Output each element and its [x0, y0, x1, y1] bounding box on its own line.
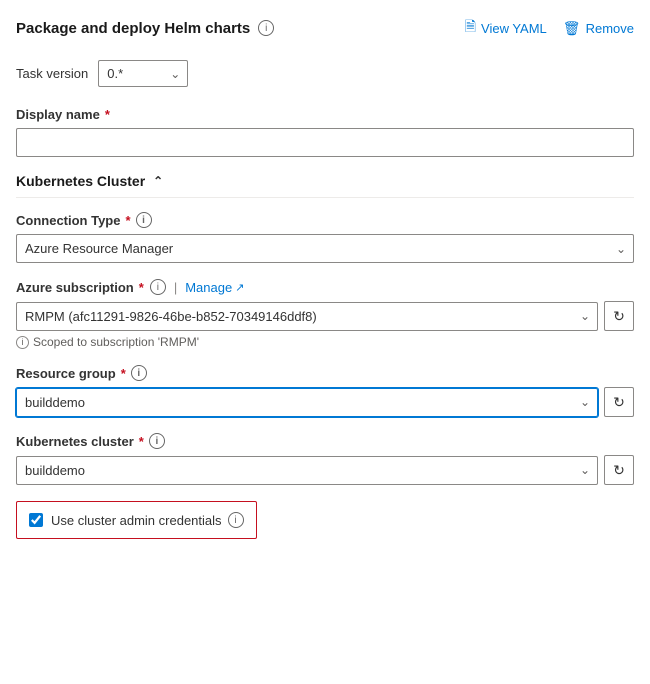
connection-type-select[interactable]: Azure Resource Manager Kubernetes Servic…: [16, 234, 634, 263]
display-name-input[interactable]: Deploy helm chart: [16, 128, 634, 157]
resource-group-required: *: [121, 366, 126, 381]
use-cluster-admin-label: Use cluster admin credentials i: [51, 512, 244, 528]
kubernetes-cluster-section-header: Kubernetes Cluster ⌃: [16, 173, 634, 198]
title-info-icon[interactable]: i: [258, 20, 274, 36]
connection-type-dropdown-row: Azure Resource Manager Kubernetes Servic…: [16, 234, 634, 263]
header-left: Package and deploy Helm charts i: [16, 20, 274, 37]
display-name-row: Display name * Deploy helm chart: [16, 107, 634, 157]
connection-type-row: Connection Type * i Azure Resource Manag…: [16, 212, 634, 263]
task-version-row: Task version 0.* 1.* 2.* ⌄: [16, 60, 634, 87]
resource-group-select[interactable]: builddemo: [16, 388, 598, 417]
connection-type-label: Connection Type: [16, 213, 120, 228]
header-actions: 🗎 View YAML 🗑 Remove: [465, 16, 634, 40]
kubernetes-cluster-dropdown-row: builddemo ⌄ ↻: [16, 455, 634, 485]
use-cluster-admin-info-icon[interactable]: i: [228, 512, 244, 528]
kubernetes-cluster-select[interactable]: builddemo: [16, 456, 598, 485]
use-cluster-admin-checkbox-wrapper: [29, 513, 43, 527]
remove-icon: 🗑: [563, 20, 581, 37]
azure-subscription-select-wrapper: RMPM (afc11291-9826-46be-b852-70349146dd…: [16, 302, 598, 331]
task-version-label: Task version: [16, 66, 88, 81]
kubernetes-cluster-row: Kubernetes cluster * i builddemo ⌄ ↻: [16, 433, 634, 485]
scoped-note-text: Scoped to subscription 'RMPM': [33, 335, 199, 349]
task-version-select-wrapper: 0.* 1.* 2.* ⌄: [98, 60, 188, 87]
azure-subscription-required: *: [139, 280, 144, 295]
use-cluster-admin-checkbox[interactable]: [29, 513, 43, 527]
view-yaml-label: View YAML: [481, 21, 547, 36]
connection-type-info-icon[interactable]: i: [136, 212, 152, 228]
view-yaml-link[interactable]: 🗎 View YAML: [465, 16, 547, 40]
display-name-label-row: Display name *: [16, 107, 634, 122]
display-name-required: *: [105, 107, 110, 122]
resource-group-refresh-button[interactable]: ↻: [604, 387, 634, 417]
azure-subscription-dropdown-row: RMPM (afc11291-9826-46be-b852-70349146dd…: [16, 301, 634, 331]
azure-subscription-label: Azure subscription *: [16, 280, 144, 295]
kubernetes-cluster-refresh-button[interactable]: ↻: [604, 455, 634, 485]
manage-link[interactable]: Manage ↗: [185, 280, 244, 295]
scoped-note-info-icon: i: [16, 336, 29, 349]
yaml-icon: 🗎: [465, 16, 476, 40]
external-link-icon: ↗: [235, 281, 244, 294]
connection-type-label-row: Connection Type * i: [16, 212, 634, 228]
kubernetes-cluster-section-title: Kubernetes Cluster: [16, 173, 145, 189]
display-name-label: Display name: [16, 107, 100, 122]
scoped-note: i Scoped to subscription 'RMPM': [16, 335, 634, 349]
page-title: Package and deploy Helm charts: [16, 20, 250, 37]
azure-subscription-row: Azure subscription * i | Manage ↗ RMPM (…: [16, 279, 634, 349]
pipe-divider: |: [174, 280, 177, 295]
azure-subscription-refresh-button[interactable]: ↻: [604, 301, 634, 331]
azure-subscription-info-icon[interactable]: i: [150, 279, 166, 295]
kubernetes-cluster-select-wrapper: builddemo ⌄: [16, 456, 598, 485]
kubernetes-cluster-info-icon[interactable]: i: [149, 433, 165, 449]
azure-subscription-select[interactable]: RMPM (afc11291-9826-46be-b852-70349146dd…: [16, 302, 598, 331]
resource-group-row: Resource group * i builddemo ⌄ ↻: [16, 365, 634, 417]
resource-group-dropdown-row: builddemo ⌄ ↻: [16, 387, 634, 417]
resource-group-label-row: Resource group * i: [16, 365, 634, 381]
connection-type-select-wrapper: Azure Resource Manager Kubernetes Servic…: [16, 234, 634, 263]
page-header: Package and deploy Helm charts i 🗎 View …: [16, 16, 634, 40]
use-cluster-admin-row: Use cluster admin credentials i: [16, 501, 257, 539]
resource-group-select-wrapper: builddemo ⌄: [16, 388, 598, 417]
kubernetes-section-chevron-up[interactable]: ⌃: [153, 174, 163, 188]
azure-subscription-label-row: Azure subscription * i | Manage ↗: [16, 279, 634, 295]
connection-type-required: *: [125, 213, 130, 228]
remove-label: Remove: [586, 21, 634, 36]
manage-link-label: Manage: [185, 280, 232, 295]
kubernetes-cluster-label-row: Kubernetes cluster * i: [16, 433, 634, 449]
resource-group-info-icon[interactable]: i: [131, 365, 147, 381]
remove-link[interactable]: 🗑 Remove: [563, 20, 634, 37]
kubernetes-cluster-required: *: [139, 434, 144, 449]
task-version-select[interactable]: 0.* 1.* 2.*: [98, 60, 188, 87]
